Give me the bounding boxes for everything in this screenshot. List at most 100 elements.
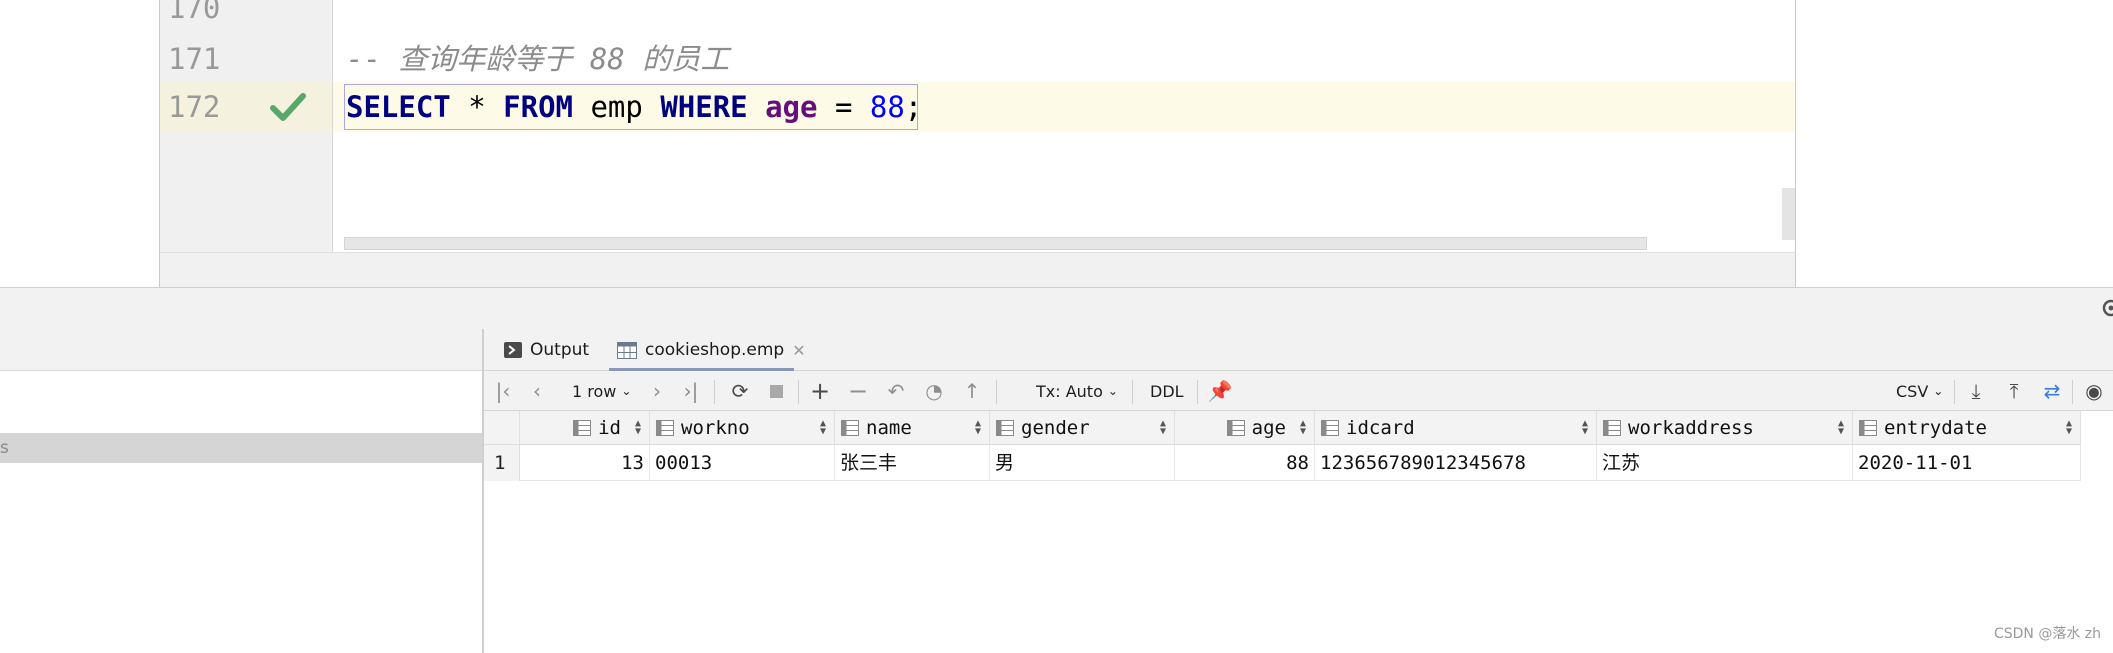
services-tree-panel: s bbox=[0, 329, 482, 653]
column-header-name[interactable]: name ▲ ▼ bbox=[835, 411, 990, 445]
sort-icon[interactable]: ▲ ▼ bbox=[1300, 419, 1306, 437]
column-label: age bbox=[1251, 417, 1286, 439]
sql-comment[interactable]: -- 查询年龄等于 88 的员工 bbox=[346, 35, 729, 83]
export-format-dropdown[interactable]: CSV ⌄ bbox=[1896, 371, 1943, 411]
column-header-workno[interactable]: workno ▲ ▼ bbox=[650, 411, 835, 445]
toolbar-separator bbox=[1954, 380, 1955, 404]
sort-icon[interactable]: ▲ ▼ bbox=[635, 419, 641, 437]
column-label: workno bbox=[681, 417, 750, 439]
toolbar-separator bbox=[714, 380, 715, 404]
line-number: 172 bbox=[168, 90, 221, 124]
ddl-label: DDL bbox=[1150, 381, 1184, 401]
sort-icon[interactable]: ▲ ▼ bbox=[1838, 419, 1844, 437]
watermark: CSDN @落水 zh bbox=[1993, 626, 2101, 642]
first-page-icon[interactable]: |‹ bbox=[492, 371, 514, 411]
column-icon bbox=[656, 420, 674, 436]
compare-icon[interactable]: ⇄ bbox=[2038, 371, 2066, 411]
column-header-idcard[interactable]: idcard ▲ ▼ bbox=[1315, 411, 1597, 445]
token-column: age bbox=[765, 90, 818, 124]
horizontal-scrollbar[interactable] bbox=[344, 237, 1647, 250]
sql-statement[interactable]: SELECT * FROM emp WHERE age = 88; bbox=[346, 83, 922, 131]
toolbar-separator bbox=[2072, 380, 2073, 404]
cell-gender[interactable]: 男 bbox=[990, 445, 1175, 481]
results-tabs: Output cookieshop.emp ✕ bbox=[484, 329, 2113, 371]
add-row-icon[interactable]: + bbox=[806, 371, 834, 411]
revert-icon[interactable]: ↶ bbox=[882, 371, 910, 411]
token-table: emp bbox=[573, 90, 661, 124]
cell-idcard[interactable]: 123656789012345678 bbox=[1315, 445, 1597, 481]
editor-left-border bbox=[159, 0, 160, 287]
download-icon[interactable]: ⤓ bbox=[1962, 371, 1990, 411]
toolbar-separator bbox=[996, 380, 997, 404]
ddl-button[interactable]: DDL bbox=[1150, 371, 1184, 411]
gutter-divider bbox=[332, 0, 333, 252]
column-header-gender[interactable]: gender ▲ ▼ bbox=[990, 411, 1175, 445]
editor-bottom-bar bbox=[160, 252, 1796, 287]
token-star: * bbox=[450, 90, 504, 124]
row-number-header bbox=[484, 411, 520, 445]
sort-icon[interactable]: ▲ ▼ bbox=[2066, 419, 2072, 437]
cell-workaddress[interactable]: 江苏 bbox=[1597, 445, 1853, 481]
toolbar-separator bbox=[798, 380, 799, 404]
chevron-down-icon: ⌄ bbox=[621, 384, 632, 398]
tree-selected-item[interactable]: s bbox=[0, 433, 482, 463]
column-label: entrydate bbox=[1884, 417, 1987, 439]
column-label: id bbox=[598, 417, 621, 439]
pin-icon[interactable]: 📌 bbox=[1206, 371, 1234, 411]
console-icon bbox=[504, 342, 522, 358]
sort-icon[interactable]: ▲ ▼ bbox=[820, 419, 826, 437]
row-count-dropdown[interactable]: 1 row ⌄ bbox=[572, 371, 631, 411]
keyword-select: SELECT bbox=[346, 90, 451, 124]
view-icon[interactable]: ◉ bbox=[2080, 371, 2108, 411]
column-icon bbox=[1226, 420, 1245, 436]
vertical-scrollbar[interactable] bbox=[1782, 188, 1795, 240]
tab-cookieshop-emp[interactable]: cookieshop.emp ✕ bbox=[617, 329, 806, 371]
next-page-icon[interactable]: › bbox=[646, 371, 668, 411]
cell-name[interactable]: 张三丰 bbox=[835, 445, 990, 481]
chevron-down-icon: ⌄ bbox=[1933, 384, 1944, 398]
up-icon[interactable]: ↑ bbox=[958, 371, 986, 411]
checkmark-icon bbox=[270, 93, 306, 121]
column-icon bbox=[841, 420, 859, 436]
cell-age[interactable]: 88 bbox=[1175, 445, 1315, 481]
column-header-workaddress[interactable]: workaddress ▲ ▼ bbox=[1597, 411, 1853, 445]
column-label: workaddress bbox=[1628, 417, 1754, 439]
results-panel: Output cookieshop.emp ✕ |‹ ‹ 1 row ⌄ › ›|… bbox=[484, 329, 2113, 653]
cell-id[interactable]: 13 bbox=[520, 445, 650, 481]
sql-editor[interactable]: 170 171 172 -- 查询年龄等于 88 的员工 SELECT * FR… bbox=[160, 0, 1796, 287]
keyword-from: FROM bbox=[503, 90, 573, 124]
table-row[interactable]: 1 13 00013 张三丰 男 88 123656789012345678 江… bbox=[484, 445, 2081, 481]
sort-icon[interactable]: ▲ ▼ bbox=[975, 419, 981, 437]
transaction-mode-dropdown[interactable]: Tx: Auto ⌄ bbox=[1036, 371, 1118, 411]
sort-icon[interactable]: ▲ ▼ bbox=[1582, 419, 1588, 437]
gear-icon[interactable] bbox=[2097, 297, 2113, 319]
editor-right-border bbox=[1795, 0, 1796, 287]
column-header-id[interactable]: id ▲ ▼ bbox=[520, 411, 650, 445]
row-number[interactable]: 1 bbox=[484, 445, 520, 481]
cell-workno[interactable]: 00013 bbox=[650, 445, 835, 481]
column-header-age[interactable]: age ▲ ▼ bbox=[1175, 411, 1315, 445]
cell-entrydate[interactable]: 2020-11-01 bbox=[1853, 445, 2081, 481]
last-page-icon[interactable]: ›| bbox=[680, 371, 702, 411]
services-tree-header bbox=[0, 329, 482, 371]
column-icon bbox=[1859, 420, 1877, 436]
results-toolbar: |‹ ‹ 1 row ⌄ › ›| ⟳ + − ↶ ◔ ↑ Tx: Auto ⌄ D… bbox=[484, 371, 2113, 411]
column-icon bbox=[1321, 420, 1339, 436]
table-icon bbox=[617, 341, 637, 359]
column-header-entrydate[interactable]: entrydate ▲ ▼ bbox=[1853, 411, 2081, 445]
line-number: 170 bbox=[168, 0, 221, 25]
upload-icon[interactable]: ⤒ bbox=[2000, 371, 2028, 411]
close-icon[interactable]: ✕ bbox=[792, 341, 805, 360]
refresh-icon[interactable]: ⟳ bbox=[726, 371, 754, 411]
submit-icon[interactable]: ◔ bbox=[920, 371, 948, 411]
tab-label: cookieshop.emp bbox=[645, 340, 785, 360]
prev-page-icon[interactable]: ‹ bbox=[526, 371, 548, 411]
stop-icon[interactable] bbox=[764, 371, 788, 411]
sort-icon[interactable]: ▲ ▼ bbox=[1160, 419, 1166, 437]
delete-row-icon[interactable]: − bbox=[844, 371, 872, 411]
tab-output[interactable]: Output bbox=[504, 329, 589, 371]
toolbar-separator bbox=[1132, 380, 1133, 404]
services-tool-window-header bbox=[0, 287, 2113, 329]
tx-label: Tx: Auto bbox=[1036, 381, 1103, 401]
